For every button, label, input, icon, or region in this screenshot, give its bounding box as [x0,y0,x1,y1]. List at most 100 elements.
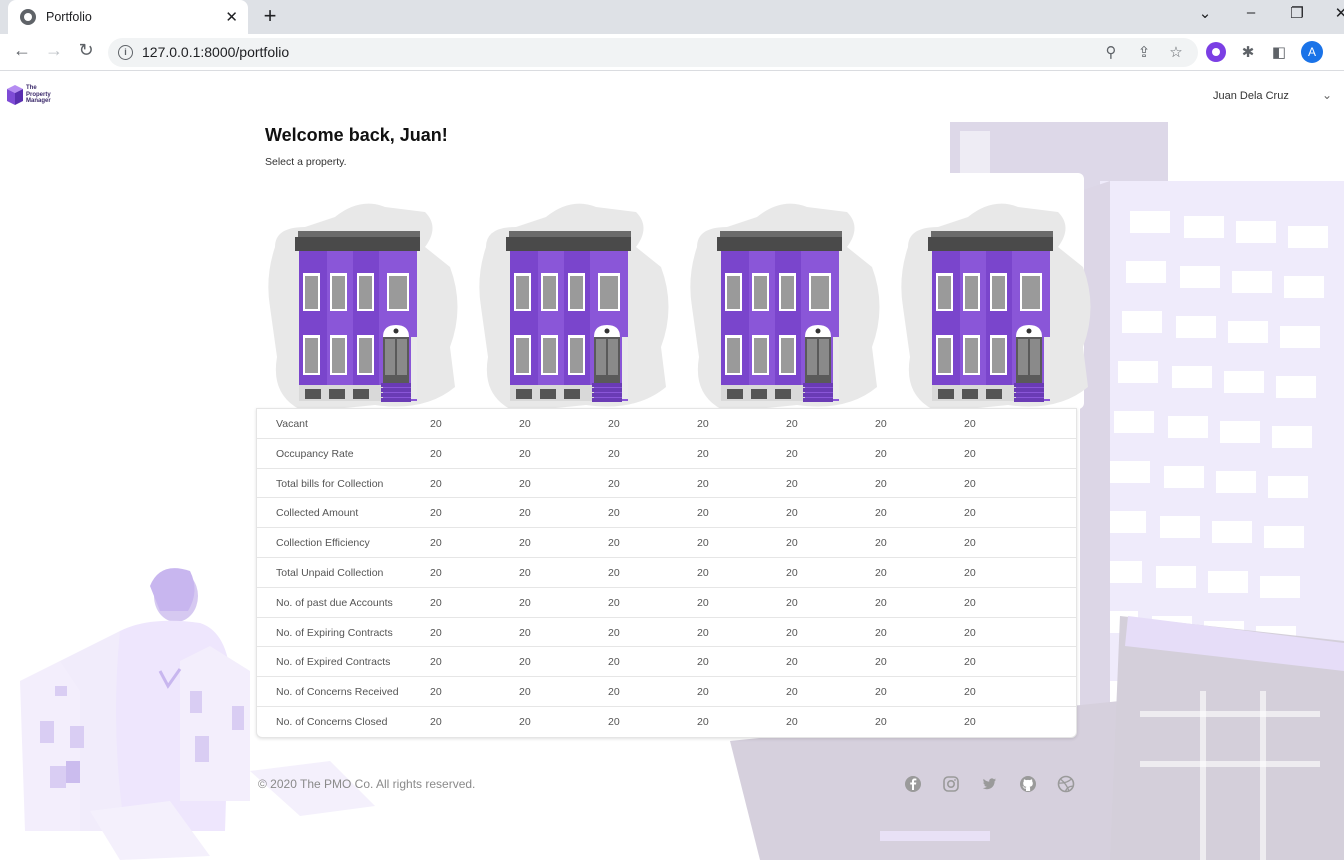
back-button[interactable]: ← [10,40,34,61]
building-illustration [479,203,669,412]
table-cell: 20 [786,537,798,550]
property-card[interactable] [476,187,676,412]
row-label: Occupancy Rate [276,447,354,460]
property-card[interactable] [898,187,1098,412]
table-cell: 20 [608,566,620,579]
chevron-down-icon[interactable]: ⌄ [1322,88,1332,102]
table-cell: 20 [964,686,976,699]
property-card[interactable] [265,187,465,412]
table-cell: 20 [519,566,531,579]
new-tab-button[interactable]: + [258,3,282,29]
footer-copyright: © 2020 The PMO Co. All rights reserved. [258,777,476,791]
table-cell: 20 [430,656,442,669]
table-cell: 20 [697,566,709,579]
table-row: Total Unpaid Collection 20 20 20 20 20 20 20 [257,558,1076,588]
table-cell: 20 [519,447,531,460]
close-window-button[interactable]: ✕ [1326,4,1344,22]
table-cell: 20 [519,626,531,639]
extension-purple-icon[interactable] [1206,42,1226,62]
table-cell: 20 [964,418,976,430]
table-cell: 20 [430,566,442,579]
bookmark-star-icon[interactable]: ☆ [1166,43,1186,61]
table-cell: 20 [786,418,798,430]
side-panel-icon[interactable]: ◧ [1269,42,1289,62]
table-cell: 20 [697,686,709,699]
row-label: Collected Amount [276,507,359,520]
property-card[interactable] [687,187,887,412]
close-tab-icon[interactable]: ✕ [225,8,238,26]
table-cell: 20 [964,447,976,460]
table-cell: 20 [875,626,887,639]
github-icon[interactable] [1019,775,1037,793]
logo-cube-icon [7,85,23,105]
share-icon[interactable]: ⇪ [1134,43,1154,61]
table-cell: 20 [875,566,887,579]
table-cell: 20 [697,507,709,520]
table-cell: 20 [608,418,620,430]
table-cell: 20 [430,418,442,430]
user-menu-name[interactable]: Juan Dela Cruz [1213,90,1289,102]
table-cell: 20 [786,447,798,460]
row-label: No. of Concerns Closed [276,715,388,728]
table-cell: 20 [875,418,887,430]
table-cell: 20 [430,626,442,639]
building-illustration [901,203,1091,412]
table-cell: 20 [608,686,620,699]
page-content: The Property Manager Juan Dela Cruz ⌄ We… [0,71,1344,860]
table-cell: 20 [608,656,620,669]
table-cell: 20 [875,686,887,699]
extensions-puzzle-icon[interactable]: ✱ [1238,42,1258,62]
table-cell: 20 [697,477,709,490]
table-cell: 20 [519,507,531,520]
table-cell: 20 [786,715,798,728]
table-cell: 20 [964,507,976,520]
table-row: Collected Amount 20 20 20 20 20 20 20 [257,498,1076,529]
reload-button[interactable]: ↻ [74,40,98,61]
restore-button[interactable]: ❐ [1282,4,1312,22]
facebook-icon[interactable] [904,775,922,793]
table-cell: 20 [964,596,976,609]
row-label: Total Unpaid Collection [276,566,384,579]
instagram-icon[interactable] [942,775,960,793]
dribbble-icon[interactable] [1057,775,1075,793]
table-cell: 20 [519,715,531,728]
table-cell: 20 [608,477,620,490]
app-logo[interactable]: The Property Manager [7,84,60,106]
table-cell: 20 [786,626,798,639]
url-text[interactable]: 127.0.0.1:8000/portfolio [142,44,289,60]
table-cell: 20 [964,477,976,490]
twitter-icon[interactable] [980,775,998,793]
site-info-icon[interactable]: i [118,45,133,60]
minimize-button[interactable]: – [1236,4,1266,21]
table-cell: 20 [697,656,709,669]
address-bar[interactable]: i 127.0.0.1:8000/portfolio ⚲ ⇪ ☆ [108,38,1198,67]
table-row: Collection Efficiency 20 20 20 20 20 20 20 [257,528,1076,558]
table-cell: 20 [697,418,709,430]
metrics-table: Vacant 20 20 20 20 20 20 20 Occupancy Rate 20 20 20… [256,408,1077,738]
table-cell: 20 [519,418,531,430]
table-cell: 20 [964,715,976,728]
table-cell: 20 [519,477,531,490]
logo-line: Manager [26,98,51,105]
globe-icon [20,9,36,25]
browser-tab[interactable]: Portfolio ✕ [8,0,248,34]
table-cell: 20 [519,596,531,609]
table-cell: 20 [608,596,620,609]
zoom-icon[interactable]: ⚲ [1101,43,1121,61]
table-row: No. of past due Accounts 20 20 20 20 20 20 20 [257,588,1076,618]
table-cell: 20 [875,715,887,728]
table-cell: 20 [964,566,976,579]
forward-button[interactable]: → [42,40,66,61]
table-cell: 20 [964,626,976,639]
table-cell: 20 [608,537,620,550]
page-subtitle: Select a property. [265,156,347,168]
row-label: Total bills for Collection [276,477,384,490]
profile-avatar[interactable]: A [1301,41,1323,63]
table-cell: 20 [697,447,709,460]
tab-search-chevron-icon[interactable]: ⌄ [1190,4,1220,22]
table-cell: 20 [519,656,531,669]
table-row: Total bills for Collection 20 20 20 20 20 20 20 [257,469,1076,499]
table-cell: 20 [430,715,442,728]
row-label: Vacant [276,418,308,430]
table-cell: 20 [608,447,620,460]
